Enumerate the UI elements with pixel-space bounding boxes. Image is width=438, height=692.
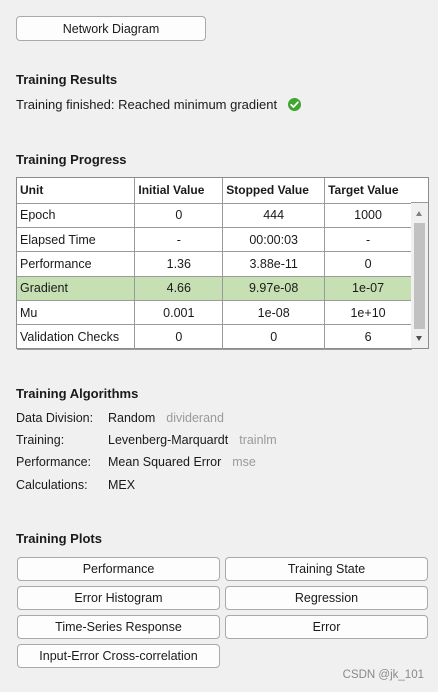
column-header-unit: Unit — [17, 178, 136, 204]
column-header-initial: Initial Value — [134, 178, 224, 204]
error-plot-button[interactable]: Error — [225, 615, 428, 639]
column-header-target: Target Value — [324, 178, 412, 204]
algorithm-function-name: dividerand — [166, 411, 224, 425]
algorithm-row: Training: Levenberg-Marquardt trainlm — [16, 433, 277, 447]
regression-plot-button[interactable]: Regression — [225, 586, 428, 610]
cell-initial-value: 1.36 — [134, 251, 224, 277]
scrollbar-thumb[interactable] — [414, 223, 425, 329]
table-row: Performance 1.36 3.88e-11 0 — [17, 251, 412, 277]
training-status: Training finished: Reached minimum gradi… — [16, 97, 302, 112]
cell-initial-value: 0 — [134, 203, 224, 228]
training-results-title: Training Results — [16, 72, 118, 87]
training-status-text: Training finished: Reached minimum gradi… — [16, 97, 278, 112]
algorithm-label: Data Division: — [16, 411, 94, 425]
cell-stopped-value: 444 — [222, 203, 326, 228]
scroll-down-icon[interactable] — [416, 336, 422, 341]
column-header-stopped: Stopped Value — [222, 178, 326, 204]
training-plots-title: Training Plots — [16, 531, 102, 546]
cell-unit: Gradient — [17, 276, 136, 302]
algorithm-row: Data Division: Random dividerand — [16, 411, 224, 425]
table-row: Epoch 0 444 1000 — [17, 203, 412, 228]
table-header-corner — [411, 178, 428, 203]
cell-stopped-value: 9.97e-08 — [222, 276, 326, 302]
table-header-row: Unit Initial Value Stopped Value Target … — [17, 178, 412, 204]
scroll-up-icon[interactable] — [416, 211, 422, 216]
cell-stopped-value: 00:00:03 — [222, 227, 326, 253]
algorithm-row: Calculations: MEX — [16, 478, 146, 492]
algorithm-row: Performance: Mean Squared Error mse — [16, 455, 256, 469]
cell-initial-value: 0.001 — [134, 300, 224, 326]
network-diagram-button[interactable]: Network Diagram — [16, 16, 206, 41]
training-progress-table: Unit Initial Value Stopped Value Target … — [16, 177, 429, 350]
cell-target-value: 0 — [324, 251, 412, 277]
cell-unit: Mu — [17, 300, 136, 326]
cell-initial-value: 0 — [134, 324, 224, 350]
algorithm-value: Mean Squared Error — [108, 455, 222, 469]
training-algorithms-title: Training Algorithms — [16, 386, 139, 401]
cell-unit: Validation Checks — [17, 324, 136, 350]
cell-stopped-value: 1e-08 — [222, 300, 326, 326]
table-row: Elapsed Time -00:00:03- — [17, 227, 412, 253]
algorithm-label: Calculations: — [16, 478, 88, 492]
table-vertical-scrollbar[interactable] — [411, 203, 428, 348]
cell-target-value: - — [324, 227, 412, 253]
cell-stopped-value: 0 — [222, 324, 326, 350]
table-row: Gradient 4.66 9.97e-08 1e-07 — [17, 276, 412, 302]
error-histogram-plot-button[interactable]: Error Histogram — [17, 586, 220, 610]
algorithm-label: Performance: — [16, 455, 92, 469]
cell-target-value: 1e-07 — [324, 276, 412, 302]
training-progress-title: Training Progress — [16, 152, 127, 167]
cell-initial-value: 4.66 — [134, 276, 224, 302]
algorithm-function-name: trainlm — [239, 433, 277, 447]
check-icon — [288, 98, 302, 111]
cell-target-value: 1e+10 — [324, 300, 412, 326]
cell-stopped-value: 3.88e-11 — [222, 251, 326, 277]
algorithm-label: Training: — [16, 433, 65, 447]
performance-plot-button[interactable]: Performance — [17, 557, 220, 581]
cell-unit: Epoch — [17, 203, 136, 228]
cell-target-value: 1000 — [324, 203, 412, 228]
input-error-cross-correlation-plot-button[interactable]: Input-Error Cross-correlation — [17, 644, 220, 668]
algorithm-function-name: mse — [232, 455, 256, 469]
algorithm-value: Levenberg-Marquardt — [108, 433, 229, 447]
watermark: CSDN @jk_101 — [342, 669, 424, 681]
cell-unit: Performance — [17, 251, 136, 277]
training-state-plot-button[interactable]: Training State — [225, 557, 428, 581]
cell-target-value: 6 — [324, 324, 412, 350]
algorithm-value: Random — [108, 411, 156, 425]
table-row: Validation Checks 0 0 6 — [17, 324, 412, 350]
cell-initial-value: - — [134, 227, 224, 253]
table-row: Mu 0.001 1e-08 1e+10 — [17, 300, 412, 326]
cell-unit: Elapsed Time — [17, 227, 136, 253]
algorithm-value: MEX — [108, 478, 136, 492]
time-series-response-plot-button[interactable]: Time-Series Response — [17, 615, 220, 639]
